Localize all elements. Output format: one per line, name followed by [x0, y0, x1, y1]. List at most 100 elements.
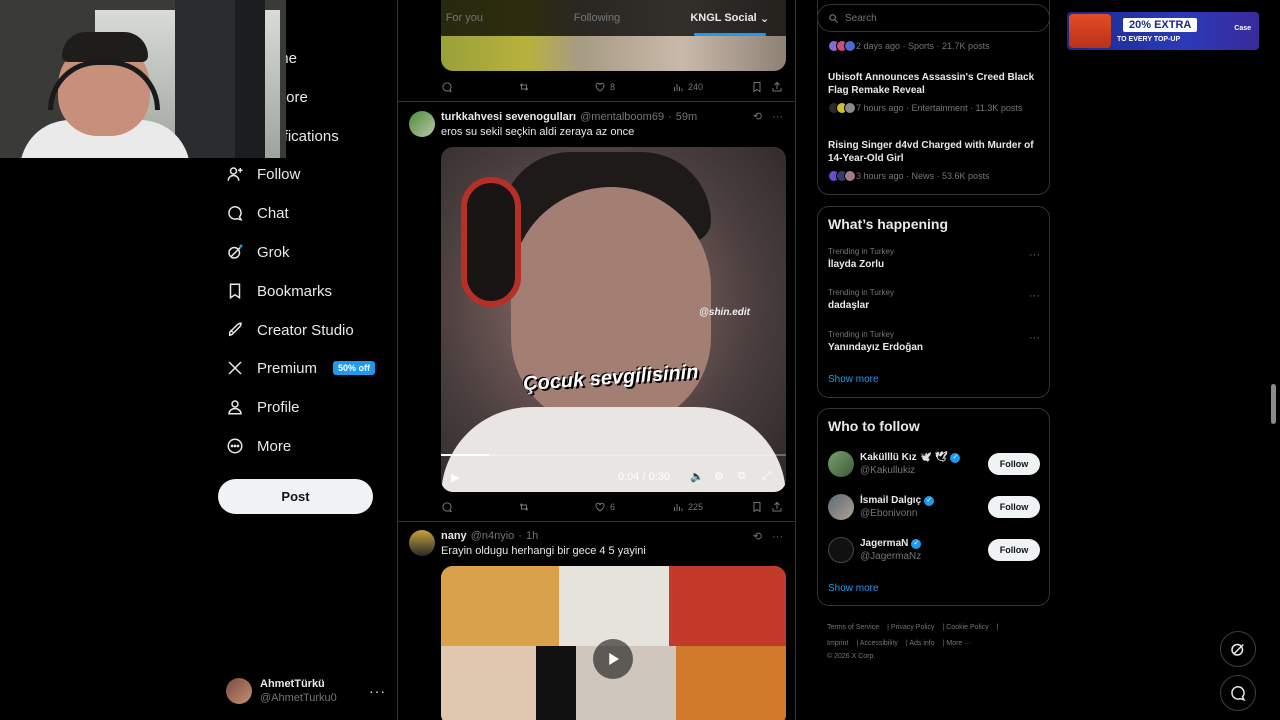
- nav-premium[interactable]: Premium 50% off: [226, 351, 376, 385]
- author-handle[interactable]: @mentalboom69: [580, 111, 664, 123]
- play-icon[interactable]: ▶: [451, 471, 459, 484]
- verified-badge-icon: ✓: [924, 495, 935, 506]
- follow-suggestion[interactable]: İsmail Dalgıç ✓ @Ebonivonn Follow: [828, 492, 1040, 522]
- repost-button[interactable]: [518, 81, 530, 93]
- views-button[interactable]: 225: [672, 501, 703, 513]
- grok-icon[interactable]: ⟲: [753, 530, 762, 543]
- footer-link[interactable]: Accessibility: [860, 640, 898, 647]
- picture-in-picture-icon[interactable]: ⧉: [738, 470, 752, 484]
- nav-more[interactable]: More: [226, 429, 291, 463]
- nav-profile[interactable]: Profile: [226, 390, 300, 424]
- follow-suggestion[interactable]: Kakülllü Kız 🕊️ 🕊 ✓ @Kakullukiz Follow: [828, 449, 1040, 479]
- tab-following[interactable]: Following: [531, 0, 664, 36]
- like-button[interactable]: 6: [594, 501, 615, 513]
- more-dots-icon[interactable]: ···: [1029, 332, 1040, 344]
- avatar: [828, 451, 854, 477]
- footer-link[interactable]: Imprint: [827, 640, 848, 647]
- avatar[interactable]: [409, 111, 435, 137]
- tweet-time[interactable]: 1h: [526, 530, 538, 542]
- post-button[interactable]: Post: [218, 479, 373, 514]
- settings-gear-icon[interactable]: ⚙: [714, 470, 728, 484]
- footer-link[interactable]: Cookie Policy: [946, 624, 988, 631]
- more-dots-icon[interactable]: ···: [1029, 290, 1040, 302]
- follow-suggestion[interactable]: JagermaN ✓ @JagermaNz Follow: [828, 535, 1040, 565]
- premium-discount-badge: 50% off: [333, 361, 376, 375]
- heart-icon: [595, 82, 605, 92]
- repost-button[interactable]: [518, 501, 530, 513]
- reply-button[interactable]: [441, 81, 453, 93]
- follow-button[interactable]: Follow: [988, 539, 1040, 561]
- video-progress-bar[interactable]: [441, 454, 786, 456]
- nav-label: Follow: [257, 165, 301, 183]
- news-title: Rising Singer d4vd Charged with Murder o…: [828, 140, 1034, 164]
- reply-button[interactable]: [441, 501, 453, 513]
- nav-label: Profile: [257, 398, 300, 416]
- tweet-actions: 6 225: [441, 499, 786, 515]
- footer-link[interactable]: Privacy Policy: [891, 624, 935, 631]
- more-dots-icon[interactable]: ···: [1029, 249, 1040, 261]
- author-name[interactable]: turkkahvesi sevenogulları: [441, 111, 576, 123]
- video-time: 0:04 / 0:30: [618, 471, 670, 483]
- grok-icon[interactable]: ⟲: [753, 110, 762, 123]
- bookmark-button[interactable]: [751, 501, 763, 513]
- nav-bookmarks[interactable]: Bookmarks: [226, 274, 332, 308]
- news-item[interactable]: Ubisoft Announces Assassin's Creed Black…: [828, 71, 1040, 114]
- video-controls: ▶ 0:04 / 0:30 🔈 ⚙ ⧉ ⤢: [441, 462, 786, 492]
- tweet-time[interactable]: 59m: [676, 111, 697, 123]
- avatar-stack: [828, 170, 856, 182]
- ad-banner[interactable]: 20% EXTRA TO EVERY TOP-UP Case: [1067, 12, 1259, 50]
- views-button[interactable]: 240: [672, 81, 703, 93]
- nav-grok[interactable]: Grok: [226, 235, 290, 269]
- avatar: [226, 678, 252, 704]
- follow-button[interactable]: Follow: [988, 453, 1040, 475]
- search-input[interactable]: Search: [817, 4, 1050, 32]
- news-item[interactable]: Rising Singer d4vd Charged with Murder o…: [828, 139, 1040, 182]
- tab-for-you[interactable]: For you: [398, 0, 531, 36]
- footer-link[interactable]: Ads info: [909, 640, 934, 647]
- heart-icon: [595, 502, 605, 512]
- news-meta: 3 hours ago · News · 53.6K posts: [856, 171, 990, 181]
- bookmark-button[interactable]: [751, 81, 763, 93]
- video-thumbnail-collage[interactable]: [441, 566, 786, 720]
- video-watermark: @shin.edit: [699, 307, 750, 318]
- footer-link[interactable]: Terms of Service: [827, 624, 879, 631]
- avatar[interactable]: [409, 530, 435, 556]
- author-handle[interactable]: @n4nyio: [471, 530, 515, 542]
- footer-link[interactable]: More ···: [946, 640, 971, 647]
- grok-floating-button[interactable]: [1220, 631, 1256, 667]
- show-more-link[interactable]: Show more: [828, 583, 879, 594]
- reply-icon: [442, 502, 452, 513]
- bookmark-icon: [753, 82, 761, 93]
- more-dots-icon[interactable]: ···: [369, 683, 386, 699]
- scrollbar[interactable]: [1271, 384, 1276, 424]
- share-button[interactable]: [771, 501, 783, 513]
- follow-button[interactable]: Follow: [988, 496, 1040, 518]
- fullscreen-icon[interactable]: ⤢: [762, 470, 776, 484]
- share-button[interactable]: [771, 81, 783, 93]
- repost-icon: [519, 503, 529, 511]
- account-switcher[interactable]: AhmetTürkü @AhmetTurku0 ···: [226, 674, 386, 708]
- tab-kngl-social[interactable]: KNGL Social ⌄: [663, 0, 795, 36]
- nav-chat[interactable]: Chat: [226, 196, 289, 230]
- trend-item[interactable]: Trending in Turkey dadaşlar ···: [828, 288, 1040, 311]
- volume-icon[interactable]: 🔈: [690, 470, 704, 484]
- nav-label: More: [257, 437, 292, 455]
- nav-follow[interactable]: Follow: [226, 157, 300, 191]
- news-item[interactable]: 2 days ago · Sports · 21.7K posts: [828, 35, 1040, 52]
- trend-item[interactable]: Trending in Turkey Yanındayız Erdoğan ··…: [828, 330, 1040, 353]
- play-icon[interactable]: [593, 639, 633, 679]
- bookmark-icon: [229, 283, 241, 300]
- trend-item[interactable]: Trending in Turkey İlayda Zorlu ···: [828, 247, 1040, 270]
- author-name[interactable]: nany: [441, 530, 467, 542]
- news-meta: 7 hours ago · Entertainment · 11.3K post…: [856, 103, 1023, 113]
- tweet-tools: ⟲ ···: [753, 530, 783, 544]
- messages-floating-button[interactable]: [1220, 675, 1256, 711]
- video-player[interactable]: @shin.edit Çocuk sevgilisinin ▶ 0:04 / 0…: [441, 147, 786, 492]
- share-icon: [772, 501, 782, 512]
- nav-creator-studio[interactable]: Creator Studio: [226, 313, 354, 347]
- more-dots-icon[interactable]: ···: [772, 531, 783, 543]
- show-more-link[interactable]: Show more: [828, 374, 879, 385]
- like-button[interactable]: 8: [594, 81, 615, 93]
- repost-icon: [519, 83, 529, 91]
- more-dots-icon[interactable]: ···: [772, 111, 783, 123]
